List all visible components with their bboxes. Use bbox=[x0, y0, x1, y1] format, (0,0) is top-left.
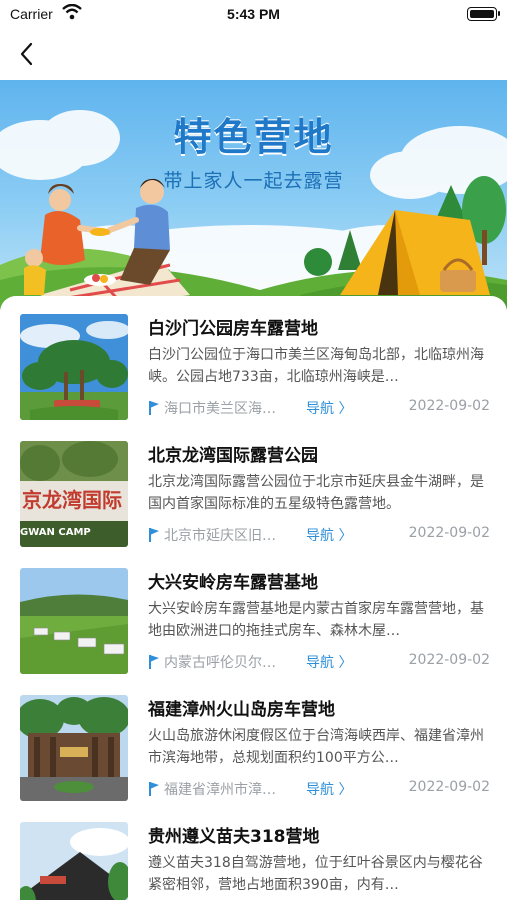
campsite-thumbnail: 京龙湾国际 GWAN CAMP bbox=[20, 441, 128, 547]
navigate-button[interactable]: 导航 〉 bbox=[306, 398, 352, 418]
campsite-thumbnail bbox=[20, 822, 128, 900]
campsite-title: 大兴安岭房车露营基地 bbox=[148, 573, 318, 593]
campsite-thumbnail bbox=[20, 695, 128, 801]
location-pin-icon bbox=[148, 654, 160, 674]
svg-text:GWAN CAMP: GWAN CAMP bbox=[20, 527, 91, 538]
campsite-date: 2022-09-02 bbox=[408, 398, 490, 414]
campsite-meta: 内蒙古呼伦贝尔… 导航 〉 2022-09-02 bbox=[148, 652, 490, 672]
chevron-left-icon bbox=[20, 42, 33, 66]
banner: 特色营地 带上家人一起去露营 bbox=[0, 80, 507, 310]
status-bar: Carrier 5:43 PM bbox=[0, 0, 507, 30]
campsite-description: 北京龙湾国际露营公园位于北京市延庆县金牛湖畔，是国内首家国际标准的五星级特色露营… bbox=[148, 474, 484, 512]
svg-text:京龙湾国际: 京龙湾国际 bbox=[22, 488, 122, 512]
campsite-location: 海口市美兰区海… bbox=[164, 401, 276, 417]
campsite-meta: 福建省漳州市漳… 导航 〉 2022-09-02 bbox=[148, 779, 490, 799]
campsite-description: 白沙门公园位于海口市美兰区海甸岛北部，北临琼州海峡。公园占地733亩，北临琼州海… bbox=[148, 347, 484, 385]
campsite-location: 内蒙古呼伦贝尔… bbox=[164, 655, 276, 671]
campsite-description: 大兴安岭房车露营基地是内蒙古首家房车露营营地，基地由欧洲进口的拖挂式房车、森林木… bbox=[148, 601, 484, 639]
navigate-button[interactable]: 导航 〉 bbox=[306, 525, 352, 545]
list-item[interactable]: 京龙湾国际 GWAN CAMP 北京龙湾国际露营公园 北京龙湾国际露营公园位于北… bbox=[0, 423, 507, 550]
campsite-meta: 北京市延庆区旧… 导航 〉 2022-09-02 bbox=[148, 525, 490, 545]
campsite-description: 遵义苗夫318自驾游营地，位于红叶谷景区内与樱花谷紧密相邻，营地占地面积390亩… bbox=[148, 855, 483, 893]
campsite-location: 北京市延庆区旧… bbox=[164, 528, 276, 544]
campsite-location: 福建省漳州市漳… bbox=[164, 782, 276, 798]
nav-bar bbox=[0, 30, 507, 78]
campsite-meta: 海口市美兰区海… 导航 〉 2022-09-02 bbox=[148, 398, 490, 418]
navigate-button[interactable]: 导航 〉 bbox=[306, 652, 352, 672]
status-time: 5:43 PM bbox=[227, 6, 280, 22]
location-pin-icon bbox=[148, 781, 160, 801]
campsite-list: 白沙门公园房车露营地 白沙门公园位于海口市美兰区海甸岛北部，北临琼州海峡。公园占… bbox=[0, 296, 507, 900]
campsite-date: 2022-09-02 bbox=[408, 652, 490, 668]
campsite-title: 福建漳州火山岛房车营地 bbox=[148, 700, 335, 720]
location-pin-icon bbox=[148, 527, 160, 547]
campsite-description: 火山岛旅游休闲度假区位于台湾海峡西岸、福建省漳州市滨海地带，总规划面积约100平… bbox=[148, 728, 484, 766]
campsite-date: 2022-09-02 bbox=[408, 525, 490, 541]
campsite-title: 北京龙湾国际露营公园 bbox=[148, 446, 318, 466]
campsite-date: 2022-09-02 bbox=[408, 779, 490, 795]
location-pin-icon bbox=[148, 400, 160, 420]
list-item[interactable]: 福建漳州火山岛房车营地 火山岛旅游休闲度假区位于台湾海峡西岸、福建省漳州市滨海地… bbox=[0, 677, 507, 804]
list-item[interactable]: 贵州遵义苗夫318营地 遵义苗夫318自驾游营地，位于红叶谷景区内与樱花谷紧密相… bbox=[0, 804, 507, 900]
navigate-button[interactable]: 导航 〉 bbox=[306, 779, 352, 799]
campsite-thumbnail bbox=[20, 314, 128, 420]
back-button[interactable] bbox=[10, 36, 46, 72]
battery-icon bbox=[467, 7, 500, 21]
list-item[interactable]: 白沙门公园房车露营地 白沙门公园位于海口市美兰区海甸岛北部，北临琼州海峡。公园占… bbox=[0, 296, 507, 423]
campsite-thumbnail bbox=[20, 568, 128, 674]
banner-subtitle: 带上家人一起去露营 bbox=[163, 170, 344, 192]
campsite-title: 白沙门公园房车露营地 bbox=[148, 319, 318, 339]
campsite-title: 贵州遵义苗夫318营地 bbox=[148, 827, 320, 847]
list-item[interactable]: 大兴安岭房车露营基地 大兴安岭房车露营基地是内蒙古首家房车露营营地，基地由欧洲进… bbox=[0, 550, 507, 677]
banner-title: 特色营地 bbox=[173, 115, 334, 159]
